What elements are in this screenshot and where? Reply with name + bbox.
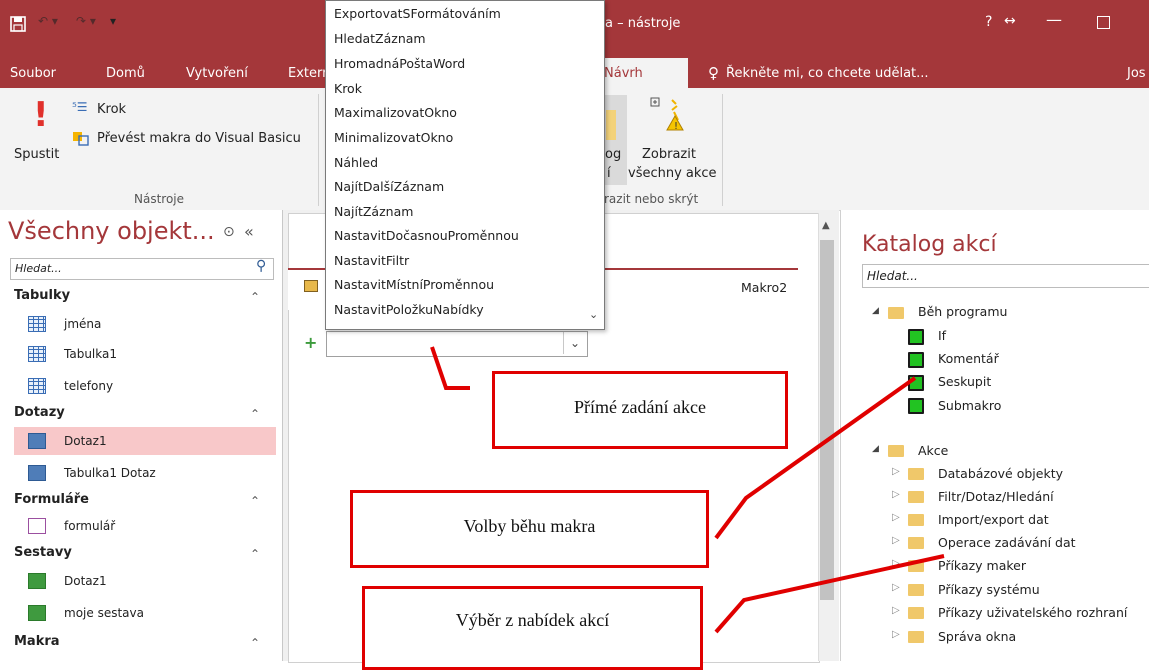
callout-flow-options: Volby běhu makra: [350, 490, 709, 568]
callout-direct-entry: Přímé zadání akce: [492, 371, 788, 449]
callout-flow-text: Volby běhu makra: [463, 516, 596, 536]
arrow-direct: [430, 346, 470, 390]
callout-direct-text: Přímé zadání akce: [574, 397, 706, 417]
callout-menu-text: Výběr z nabídek akcí: [455, 610, 610, 630]
arrow-menu: [714, 554, 945, 634]
callout-menu-choice: Výběr z nabídek akcí: [362, 586, 703, 670]
